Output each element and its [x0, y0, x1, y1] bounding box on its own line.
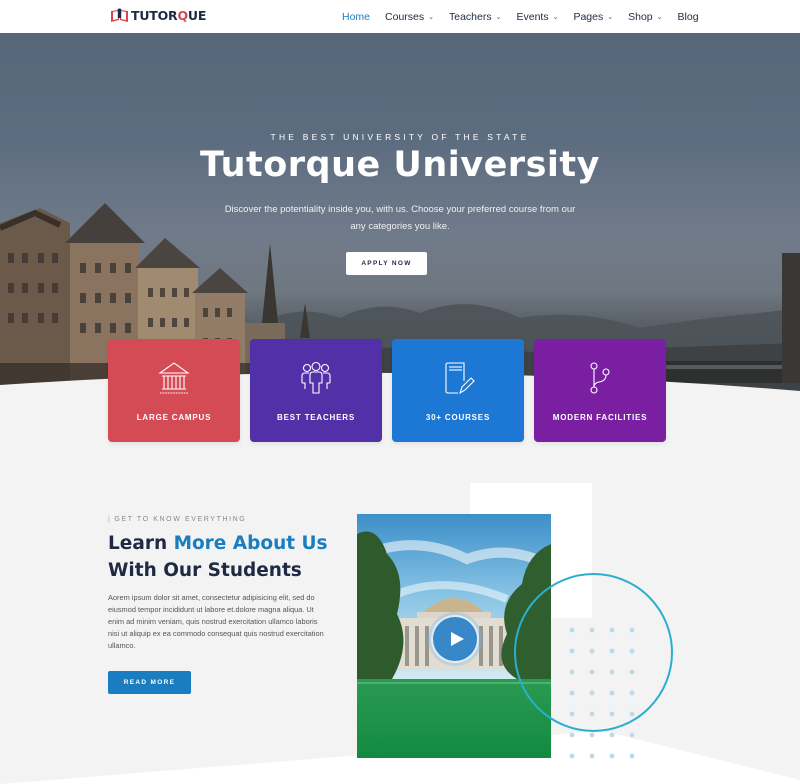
feature-card-best-teachers[interactable]: BEST TEACHERS	[250, 339, 382, 442]
nav-blog[interactable]: Blog	[678, 11, 699, 23]
feature-label: LARGE CAMPUS	[136, 413, 212, 422]
chevron-down-icon: ⌄	[656, 13, 663, 21]
nav-home[interactable]: Home	[342, 11, 370, 23]
feature-cards: LARGE CAMPUS BEST TEACHERS 30+ COURSES M…	[108, 339, 666, 442]
book-shield-logo-icon	[111, 8, 128, 22]
chevron-down-icon: ⌄	[552, 13, 559, 21]
read-more-button[interactable]: READ MORE	[108, 671, 191, 694]
hero-title: Tutorque University	[200, 145, 600, 185]
nav-pages[interactable]: Pages ⌄	[573, 11, 613, 23]
chevron-down-icon: ⌄	[428, 13, 434, 21]
feature-label: MODERN FACILITIES	[552, 413, 648, 422]
feature-card-courses[interactable]: 30+ COURSES	[392, 339, 524, 442]
hero-subtitle: Discover the potentiality inside you, wi…	[224, 204, 576, 232]
chevron-down-icon: ⌄	[607, 13, 614, 21]
play-video-button[interactable]	[431, 615, 479, 663]
main-nav: Home Courses ⌄ Teachers ⌄ Events ⌄ Pages ⌄ S…	[342, 0, 714, 33]
play-icon	[450, 632, 464, 646]
feature-card-large-campus[interactable]: LARGE CAMPUS	[108, 339, 240, 442]
logo[interactable]: TUTORQUE	[110, 8, 206, 23]
teachers-group-icon	[301, 361, 331, 394]
page: TUTORQUE Home Courses ⌄ Teachers ⌄ Events ⌄…	[0, 0, 800, 784]
nav-events[interactable]: Events ⌄	[516, 11, 558, 23]
feature-label: 30+ COURSES	[425, 413, 491, 422]
decorative-ring	[514, 573, 673, 732]
hero-kicker: THE BEST UNIVERSITY OF THE STATE	[270, 132, 530, 142]
logo-text: TUTORQUE	[131, 8, 207, 23]
feature-label: BEST TEACHERS	[277, 413, 355, 422]
site-header: TUTORQUE Home Courses ⌄ Teachers ⌄ Events ⌄…	[0, 0, 800, 33]
about-title: Learn More About Us With Our Students	[108, 533, 328, 581]
about-body: Aorem ipsum dolor sit amet, consectetur …	[108, 593, 324, 650]
apply-now-button[interactable]: APPLY NOW	[346, 252, 427, 275]
nav-teachers[interactable]: Teachers ⌄	[449, 11, 501, 23]
campus-building-icon	[158, 362, 190, 394]
feature-card-modern-facilities[interactable]: MODERN FACILITIES	[534, 339, 666, 442]
nav-courses[interactable]: Courses ⌄	[385, 11, 434, 23]
chevron-down-icon: ⌄	[495, 13, 502, 21]
book-pencil-icon	[445, 362, 475, 395]
branch-nodes-icon	[590, 362, 610, 394]
about-kicker: | GET TO KNOW EVERYTHING	[108, 516, 247, 523]
nav-shop[interactable]: Shop ⌄	[628, 11, 662, 23]
